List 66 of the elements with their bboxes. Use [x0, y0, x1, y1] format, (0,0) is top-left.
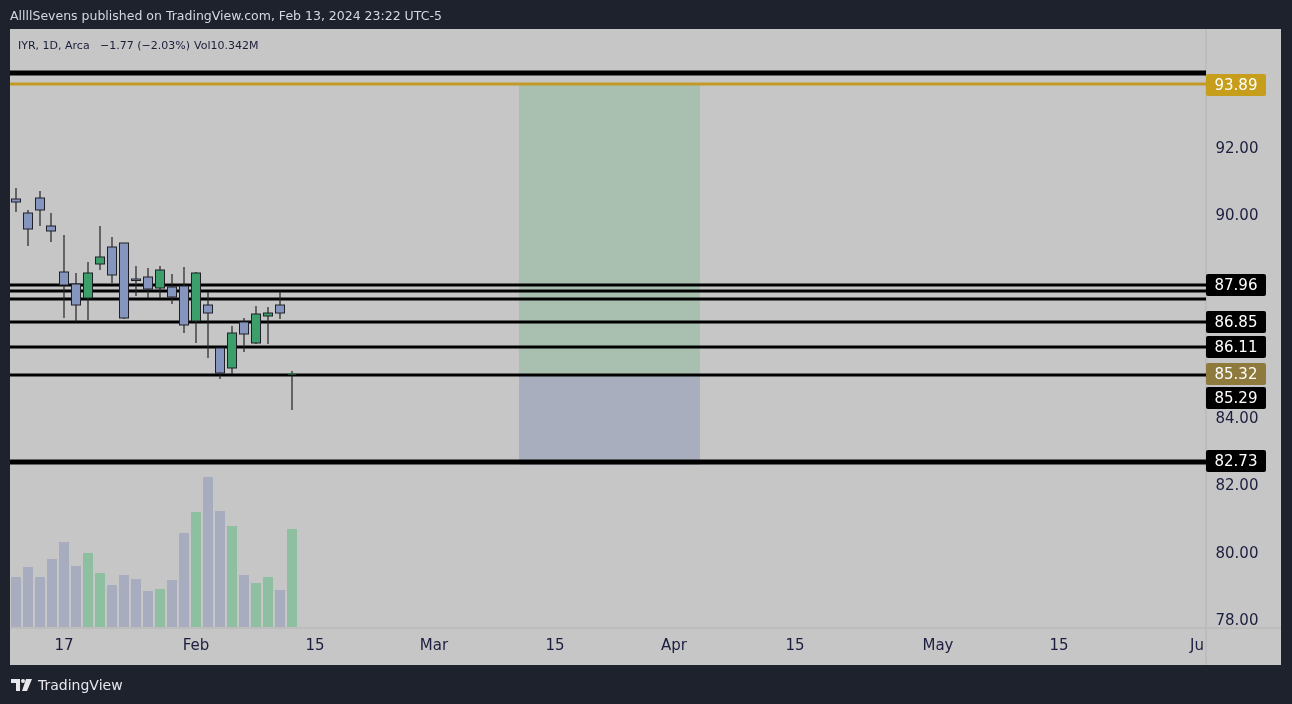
time-axis-label: Apr [661, 636, 687, 654]
candle [215, 347, 225, 380]
candle [83, 261, 93, 321]
price-level-label: 86.11 [1206, 336, 1266, 358]
candle [275, 290, 285, 320]
time-axis-label: 15 [305, 636, 325, 654]
candle [23, 209, 33, 247]
candle [46, 212, 56, 243]
candle [263, 306, 273, 345]
price-axis-label: 78.00 [1215, 611, 1259, 629]
time-axis-label: 17 [54, 636, 74, 654]
candle [287, 370, 297, 411]
volume-bar [251, 583, 261, 627]
volume-bar [71, 566, 81, 627]
price-axis-label: 80.00 [1215, 544, 1259, 562]
time-axis-label: May [922, 636, 954, 654]
volume-legend: Vol10.342M [194, 39, 259, 52]
volume-bar [131, 579, 141, 627]
candle [143, 267, 153, 299]
volume-bar [143, 591, 153, 627]
time-axis-label: 15 [545, 636, 565, 654]
time-axis-label: Ju [1190, 636, 1204, 654]
price-axis-label: 82.00 [1215, 476, 1259, 494]
time-axis-label: 15 [1049, 636, 1069, 654]
candle [203, 291, 213, 359]
volume-bar [167, 580, 177, 627]
candle [71, 272, 81, 323]
candle [239, 317, 249, 353]
logo-icon [11, 678, 33, 691]
candle [167, 273, 177, 305]
candle [35, 190, 45, 227]
time-axis-label: Mar [419, 636, 449, 654]
publish-info: AllllSevens published on TradingView.com, Feb 13, 2024 23:22 UTC-5 [9, 7, 442, 25]
volume-bar [11, 577, 21, 627]
price-axis-label: 84.00 [1215, 409, 1259, 427]
price-axis-label: 90.00 [1215, 206, 1259, 224]
brand-name: TradingView [38, 676, 123, 693]
candle [179, 266, 189, 334]
price-level-label: 82.73 [1206, 450, 1266, 472]
volume-bar [47, 559, 57, 627]
price-level-label: 85.29 [1206, 387, 1266, 409]
change-legend: −1.77 (−2.03%) [100, 39, 190, 52]
price-level-label: 93.89 [1206, 74, 1266, 96]
volume-bar [239, 575, 249, 627]
price-level-label: 87.96 [1206, 274, 1266, 296]
candle [251, 305, 261, 345]
volume-bar [155, 589, 165, 627]
candle [155, 265, 165, 299]
volume-bar [275, 590, 285, 627]
time-axis-label: 15 [785, 636, 805, 654]
time-axis-label: Feb [182, 636, 210, 654]
volume-bar [119, 575, 129, 627]
volume-bar [95, 573, 105, 627]
price-level-label: 85.32 [1206, 363, 1266, 385]
candle [227, 325, 237, 375]
candle [95, 225, 105, 271]
volume-bar [107, 585, 117, 627]
price-axis-label: 92.00 [1215, 139, 1259, 157]
volume-bar [35, 577, 45, 627]
price-level-label: 86.85 [1206, 311, 1266, 333]
volume-bar [23, 567, 33, 627]
candle [131, 265, 141, 297]
volume-bar [263, 577, 273, 627]
symbol-legend: IYR, 1D, Arca [18, 39, 90, 52]
candle [11, 187, 21, 213]
candle [107, 236, 117, 284]
